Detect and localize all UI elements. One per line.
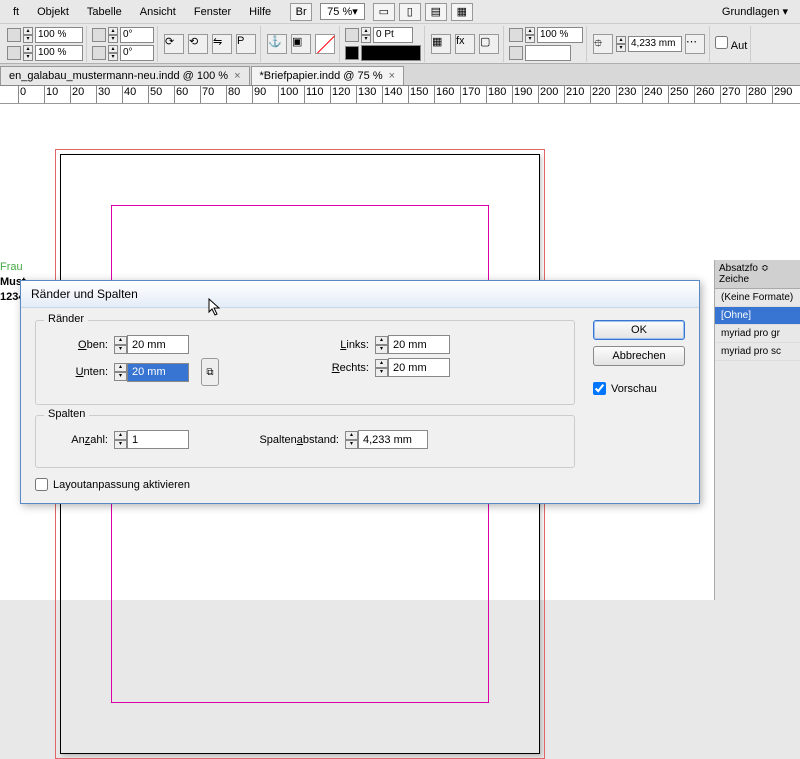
fx-icon[interactable]: fx	[455, 34, 475, 54]
control-panel: ▴▾ ▴▾ ▴▾ ▴▾ ⟳ ⟲ ⇋ P ⚓ ▣ ▴▾ ▦ fx ▢ ▴▾ ⯐ ▴…	[0, 24, 800, 64]
margin-bottom-label: Unten:	[48, 366, 108, 378]
menu-ft[interactable]: ft	[4, 3, 28, 21]
stroke-style-icon	[345, 46, 359, 60]
tab-doc-2[interactable]: *Briefpapier.indd @ 75 %×	[251, 66, 405, 85]
margin-bottom-input[interactable]	[127, 363, 189, 382]
panel-tab[interactable]: Absatzfo ≎ Zeiche	[715, 260, 800, 289]
menu-hilfe[interactable]: Hilfe	[240, 3, 280, 21]
view-mode-4-icon[interactable]: ▦	[451, 3, 473, 21]
margin-right-input[interactable]	[388, 358, 450, 377]
rotate-input[interactable]	[120, 27, 154, 43]
stroke-weight-input[interactable]	[373, 27, 413, 43]
close-icon[interactable]: ×	[234, 70, 240, 82]
menu-ansicht[interactable]: Ansicht	[131, 3, 185, 21]
column-count-input[interactable]	[127, 430, 189, 449]
zoom-dropdown[interactable]: 75 % ▾	[320, 3, 365, 20]
menu-bar: ft Objekt Tabelle Ansicht Fenster Hilfe …	[0, 0, 800, 24]
view-mode-2-icon[interactable]: ▯	[399, 3, 421, 21]
stroke-weight-icon	[345, 28, 359, 42]
view-mode-1-icon[interactable]: ▭	[373, 3, 395, 21]
scale3-icon	[509, 28, 523, 42]
tab-doc-1[interactable]: en_galabau_mustermann-neu.indd @ 100 %×	[0, 66, 250, 85]
style-row[interactable]: (Keine Formate)	[715, 289, 800, 307]
scale-x-icon	[7, 28, 21, 42]
menu-tabelle[interactable]: Tabelle	[78, 3, 131, 21]
horizontal-ruler[interactable]: 0102030405060708090100110120130140150160…	[0, 86, 800, 104]
type-icon[interactable]: P	[236, 34, 256, 54]
style-row[interactable]: myriad pro sc	[715, 343, 800, 361]
gutter-input[interactable]	[358, 430, 428, 449]
margin-left-label: Links:	[259, 339, 369, 351]
menu-objekt[interactable]: Objekt	[28, 3, 78, 21]
link-margins-icon[interactable]: ⧉	[201, 358, 219, 386]
effects-icon[interactable]: ▦	[431, 34, 451, 54]
view-mode-3-icon[interactable]: ▤	[425, 3, 447, 21]
rotate-ccw-icon[interactable]: ⟲	[188, 34, 208, 54]
corner-opts-icon	[509, 46, 523, 60]
shear-icon	[92, 46, 106, 60]
margin-top-input[interactable]	[127, 335, 189, 354]
gutter-label: Spaltenabstand:	[229, 434, 339, 446]
stroke-style-input[interactable]	[361, 45, 421, 61]
auto-checkbox[interactable]: Aut	[715, 36, 747, 52]
column-count-label: Anzahl:	[48, 434, 108, 446]
options-icon[interactable]: ⋯	[685, 34, 705, 54]
shear-input[interactable]	[120, 45, 154, 61]
menu-fenster[interactable]: Fenster	[185, 3, 240, 21]
corner-opts-input[interactable]	[525, 45, 571, 61]
margins-columns-dialog: Ränder und Spalten Ränder Oben:▴▾ Unten:…	[20, 280, 700, 504]
ok-button[interactable]: OK	[593, 320, 685, 340]
dim-input[interactable]	[628, 36, 682, 52]
scale-y-icon	[7, 46, 21, 60]
corner-icon[interactable]: ▢	[479, 34, 499, 54]
dialog-title[interactable]: Ränder und Spalten	[21, 281, 699, 308]
cancel-button[interactable]: Abbrechen	[593, 346, 685, 366]
scale3-input[interactable]	[537, 27, 583, 43]
crop-icon[interactable]: ⯐	[593, 34, 613, 54]
columns-group: Spalten Anzahl:▴▾ Spaltenabstand:▴▾	[35, 415, 575, 468]
margins-group: Ränder Oben:▴▾ Unten:▴▾⧉ Links:▴▾ Rechts…	[35, 320, 575, 405]
style-row-selected[interactable]: [Ohne]	[715, 307, 800, 325]
workspace-dropdown[interactable]: Grundlagen ▾	[714, 3, 796, 20]
rotate-icon	[92, 28, 106, 42]
flip-h-icon[interactable]: ⇋	[212, 34, 232, 54]
margin-left-input[interactable]	[388, 335, 450, 354]
wrap-icon[interactable]: ▣	[291, 34, 311, 54]
margin-right-label: Rechts:	[259, 362, 369, 374]
style-row[interactable]: myriad pro gr	[715, 325, 800, 343]
close-icon[interactable]: ×	[389, 70, 395, 82]
no-fill-icon[interactable]	[315, 34, 335, 54]
scale-y-input[interactable]	[35, 45, 83, 61]
anchor-icon[interactable]: ⚓	[267, 34, 287, 54]
bridge-icon[interactable]: Br	[290, 3, 312, 21]
preview-checkbox[interactable]: Vorschau	[593, 382, 685, 395]
layout-adjust-checkbox[interactable]: Layoutanpassung aktivieren	[35, 478, 575, 491]
rotate-cw-icon[interactable]: ⟳	[164, 34, 184, 54]
scale-x-input[interactable]	[35, 27, 83, 43]
paragraph-styles-panel: Absatzfo ≎ Zeiche (Keine Formate) [Ohne]…	[714, 260, 800, 600]
document-tabs: en_galabau_mustermann-neu.indd @ 100 %× …	[0, 64, 800, 86]
margin-top-label: Oben:	[48, 339, 108, 351]
